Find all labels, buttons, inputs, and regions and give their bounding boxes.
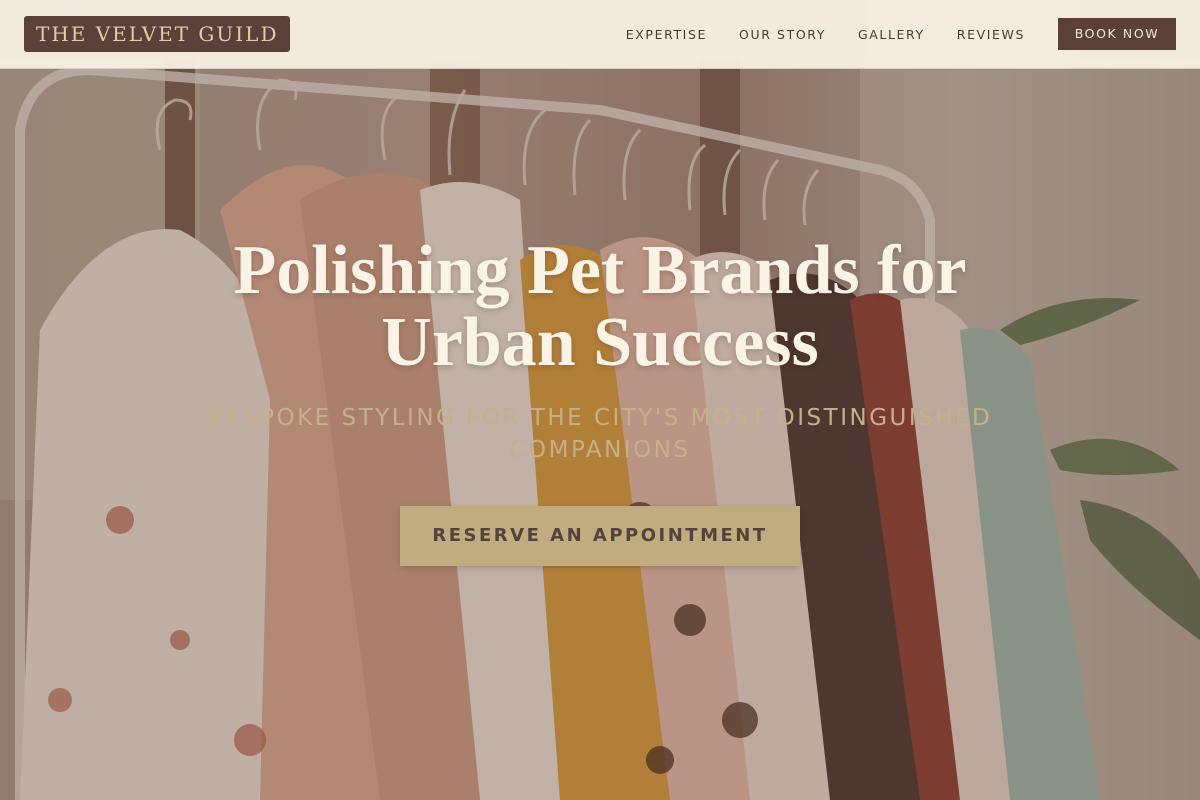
hero-subtitle-line-1: BESPOKE STYLING FOR THE CITY'S MOST DIST… bbox=[207, 405, 993, 431]
hero-subtitle: BESPOKE STYLING FOR THE CITY'S MOST DIST… bbox=[170, 402, 1030, 466]
hero-title: Polishing Pet Brands for Urban Success bbox=[150, 235, 1050, 379]
site-header: THE VELVET GUILD EXPERTISE OUR STORY GAL… bbox=[0, 0, 1200, 69]
nav-link-reviews[interactable]: REVIEWS bbox=[957, 27, 1025, 42]
hero-subtitle-line-2: COMPANIONS bbox=[509, 437, 691, 463]
hero-title-line-1: Polishing Pet Brands for bbox=[233, 232, 967, 309]
hero-background-image bbox=[0, 0, 1200, 800]
main-nav: EXPERTISE OUR STORY GALLERY REVIEWS BOOK… bbox=[594, 18, 1176, 50]
hero-title-line-2: Urban Success bbox=[381, 304, 819, 381]
nav-link-gallery[interactable]: GALLERY bbox=[858, 27, 925, 42]
nav-link-expertise[interactable]: EXPERTISE bbox=[626, 27, 707, 42]
nav-link-our-story[interactable]: OUR STORY bbox=[739, 27, 826, 42]
site-logo[interactable]: THE VELVET GUILD bbox=[24, 16, 291, 52]
reserve-appointment-button[interactable]: RESERVE AN APPOINTMENT bbox=[400, 506, 800, 566]
hero-overlay bbox=[0, 0, 1200, 800]
book-now-button[interactable]: BOOK NOW bbox=[1058, 18, 1176, 50]
